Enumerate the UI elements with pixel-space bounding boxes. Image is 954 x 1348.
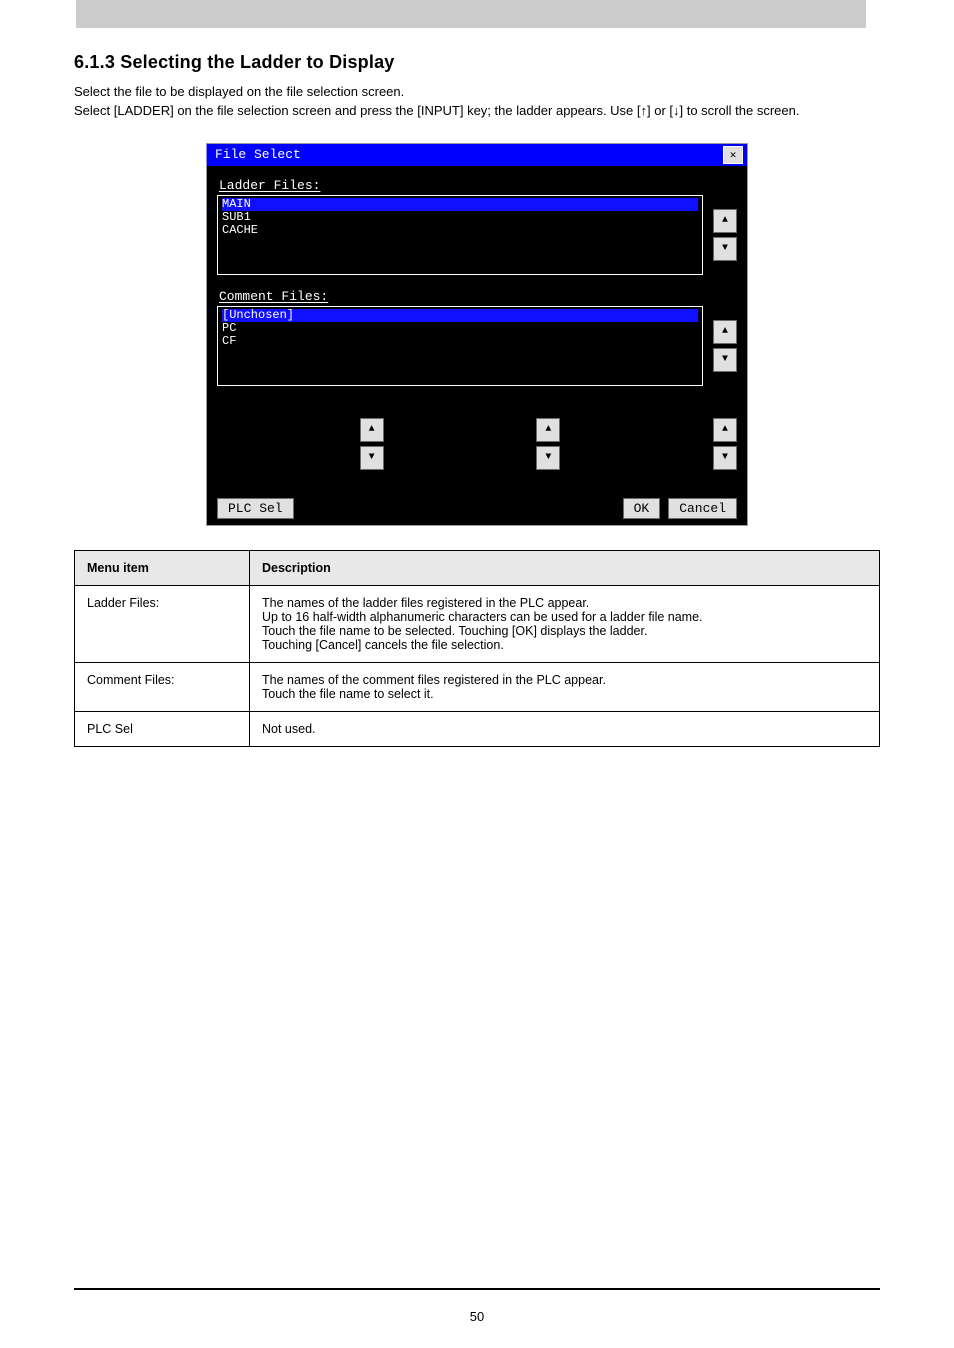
blank-box bbox=[394, 408, 527, 474]
plc-sel-button[interactable]: PLC Sel bbox=[217, 498, 294, 519]
chevron-up-icon: ▲ bbox=[722, 424, 728, 435]
list-item[interactable]: [Unchosen] bbox=[222, 309, 698, 322]
blank-scroll-1: ▲ ▼ bbox=[360, 418, 384, 470]
dialog-body: Ladder Files: MAIN SUB1 CACHE ▲ ▼ Commen… bbox=[207, 166, 747, 525]
comment-files-label: Comment Files: bbox=[219, 289, 737, 304]
chevron-up-icon: ▲ bbox=[722, 326, 728, 337]
blank-box bbox=[570, 408, 703, 474]
list-item[interactable]: CF bbox=[222, 335, 698, 348]
description-table: Menu item Description Ladder Files: The … bbox=[74, 550, 880, 747]
scroll-up-button[interactable]: ▲ bbox=[713, 320, 737, 344]
ok-button[interactable]: OK bbox=[623, 498, 661, 519]
chevron-down-icon: ▼ bbox=[722, 452, 728, 463]
chevron-up-icon: ▲ bbox=[722, 215, 728, 226]
cell-item-name: Ladder Files: bbox=[75, 585, 250, 662]
table-header-desc: Description bbox=[250, 550, 880, 585]
ladder-files-label: Ladder Files: bbox=[219, 178, 737, 193]
comment-files-row: [Unchosen] PC CF ▲ ▼ bbox=[217, 306, 737, 386]
close-icon: ✕ bbox=[730, 148, 737, 162]
dialog-titlebar: File Select ✕ bbox=[207, 144, 747, 166]
chevron-up-icon: ▲ bbox=[545, 424, 551, 435]
comment-scroll: ▲ ▼ bbox=[713, 320, 737, 372]
cell-item-name: Comment Files: bbox=[75, 662, 250, 711]
document-content: 6.1.3 Selecting the Ladder to Display Se… bbox=[0, 52, 954, 747]
ladder-scroll: ▲ ▼ bbox=[713, 209, 737, 261]
ladder-files-row: MAIN SUB1 CACHE ▲ ▼ bbox=[217, 195, 737, 275]
chevron-down-icon: ▼ bbox=[545, 452, 551, 463]
list-item[interactable]: CACHE bbox=[222, 224, 698, 237]
table-header-item: Menu item bbox=[75, 550, 250, 585]
table-row: Comment Files: The names of the comment … bbox=[75, 662, 880, 711]
scroll-up-button[interactable]: ▲ bbox=[713, 209, 737, 233]
scroll-up-button[interactable]: ▲ bbox=[360, 418, 384, 442]
cancel-button[interactable]: Cancel bbox=[668, 498, 737, 519]
ok-cancel-group: OK Cancel bbox=[623, 498, 737, 519]
chevron-down-icon: ▼ bbox=[722, 243, 728, 254]
scroll-up-button[interactable]: ▲ bbox=[536, 418, 560, 442]
bottom-rule bbox=[74, 1288, 880, 1290]
chevron-down-icon: ▼ bbox=[369, 452, 375, 463]
section-intro: Select the file to be displayed on the f… bbox=[74, 83, 880, 121]
table-row: Ladder Files: The names of the ladder fi… bbox=[75, 585, 880, 662]
dialog-title: File Select bbox=[215, 147, 301, 162]
comment-files-listbox[interactable]: [Unchosen] PC CF bbox=[217, 306, 703, 386]
scroll-down-button[interactable]: ▼ bbox=[713, 237, 737, 261]
page-number: 50 bbox=[0, 1309, 954, 1324]
cell-description: The names of the ladder files registered… bbox=[250, 585, 880, 662]
ladder-files-listbox[interactable]: MAIN SUB1 CACHE bbox=[217, 195, 703, 275]
list-item[interactable]: SUB1 bbox=[222, 211, 698, 224]
scroll-down-button[interactable]: ▼ bbox=[360, 446, 384, 470]
close-button[interactable]: ✕ bbox=[723, 146, 743, 164]
blank-scroll-2: ▲ ▼ bbox=[536, 418, 560, 470]
cell-description: The names of the comment files registere… bbox=[250, 662, 880, 711]
scroll-down-button[interactable]: ▼ bbox=[713, 348, 737, 372]
table-row: PLC Sel Not used. bbox=[75, 711, 880, 746]
list-item[interactable]: MAIN bbox=[222, 198, 698, 211]
section-heading: 6.1.3 Selecting the Ladder to Display bbox=[74, 52, 880, 73]
scroll-up-button[interactable]: ▲ bbox=[713, 418, 737, 442]
blank-box bbox=[217, 408, 350, 474]
file-select-dialog: File Select ✕ Ladder Files: MAIN SUB1 CA… bbox=[206, 143, 748, 526]
dialog-button-row: PLC Sel OK Cancel bbox=[217, 498, 737, 519]
cell-description: Not used. bbox=[250, 711, 880, 746]
scroll-down-button[interactable]: ▼ bbox=[536, 446, 560, 470]
top-gray-bar bbox=[76, 0, 866, 28]
chevron-down-icon: ▼ bbox=[722, 354, 728, 365]
list-item[interactable]: PC bbox=[222, 322, 698, 335]
blank-scroll-3: ▲ ▼ bbox=[713, 418, 737, 470]
blank-row: ▲ ▼ ▲ ▼ ▲ ▼ bbox=[217, 408, 737, 474]
chevron-up-icon: ▲ bbox=[369, 424, 375, 435]
cell-item-name: PLC Sel bbox=[75, 711, 250, 746]
scroll-down-button[interactable]: ▼ bbox=[713, 446, 737, 470]
